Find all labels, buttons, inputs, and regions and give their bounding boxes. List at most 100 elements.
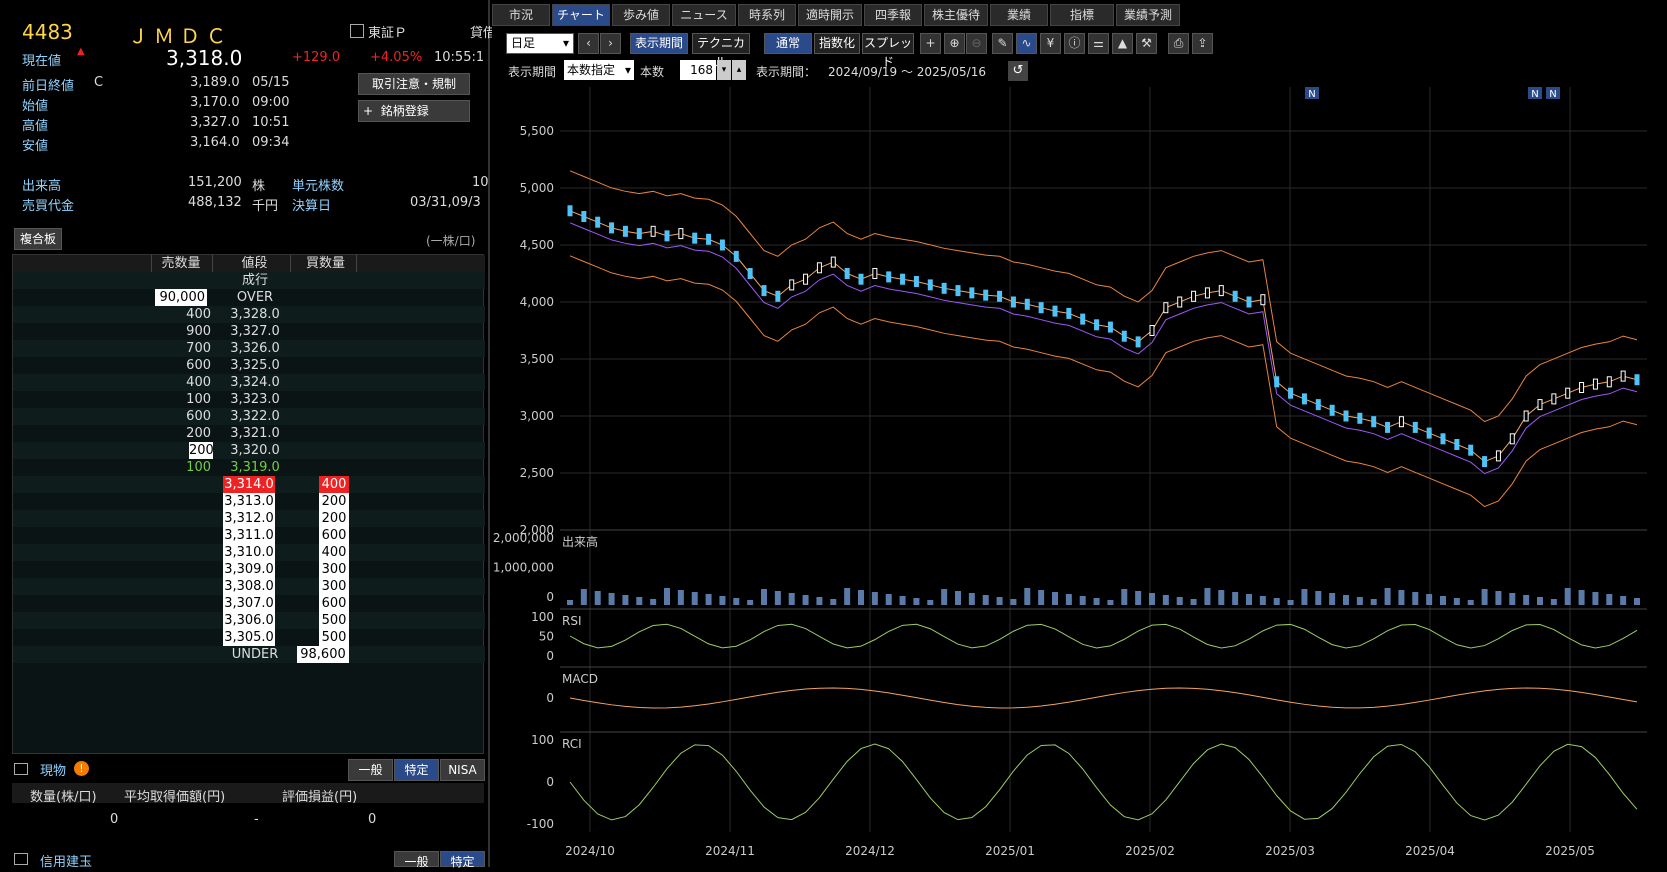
tab-9[interactable]: 指標 [1050, 4, 1114, 26]
document-icon[interactable] [350, 24, 364, 38]
chart-canvas[interactable]: 5,500 5,000 4,500 4,000 3,500 3,000 2,500 2,000… [492, 87, 1667, 867]
board-row[interactable]: UNDER 98,600 [13, 646, 485, 663]
price: 3,325.0 [230, 358, 280, 373]
tab-3[interactable]: ニュース [672, 4, 736, 26]
price: 3,311.0 [223, 527, 275, 544]
candle [747, 268, 753, 279]
board-row[interactable]: 3,307.0 600 [13, 595, 485, 612]
spread-button[interactable]: スプレッド [862, 33, 914, 69]
board-row[interactable]: 400 3,328.0 [13, 306, 485, 323]
candle [678, 228, 684, 240]
chart-type-icon[interactable]: ⚌ [1088, 33, 1109, 54]
count-down-icon[interactable]: ▾ [717, 60, 731, 80]
tab-general[interactable]: 一般 [348, 759, 393, 781]
period-mode-select[interactable]: 本数指定 ▾ [564, 60, 634, 80]
volume-bar [1384, 588, 1391, 605]
board-row[interactable]: 成行 [13, 272, 485, 289]
candle [1385, 421, 1391, 433]
window-icon-2[interactable] [14, 853, 28, 865]
candle [803, 273, 809, 285]
export-icon[interactable]: ⇪ [1192, 33, 1213, 54]
volume-bar [1052, 592, 1058, 605]
volume-bar [1065, 594, 1072, 605]
buy-qty: 500 [319, 612, 349, 629]
board-row[interactable]: 200 3,320.0 [13, 442, 485, 459]
tab-6[interactable]: 四季報 [864, 4, 922, 26]
tab-specific[interactable]: 特定 [394, 759, 439, 781]
tab-7[interactable]: 株主優待 [924, 4, 988, 26]
board-row[interactable]: 3,309.0 300 [13, 561, 485, 578]
volume-bar [1038, 590, 1045, 605]
tab-10[interactable]: 業績予測 [1116, 4, 1180, 26]
tab-nisa[interactable]: NISA [440, 759, 485, 781]
volume-bar [871, 592, 878, 605]
next-icon[interactable]: › [600, 33, 621, 54]
index-button[interactable]: 指数化 [814, 33, 860, 54]
board-row[interactable]: 100 3,319.0 [13, 459, 485, 476]
board-title[interactable]: 複合板 [14, 228, 62, 250]
technical-button[interactable]: テクニカル [692, 33, 750, 69]
count-input[interactable]: 168 [680, 60, 716, 80]
pencil-icon[interactable]: ✎ [992, 33, 1013, 54]
volume-bar [1232, 592, 1239, 605]
board-row[interactable]: 3,305.0 500 [13, 629, 485, 646]
trend-icon[interactable]: ∿ [1016, 33, 1037, 54]
period-select[interactable]: 日足 ▾ [506, 33, 574, 54]
reset-icon[interactable]: ↺ [1008, 61, 1028, 81]
board-row[interactable]: 3,312.0 200 [13, 510, 485, 527]
tab-1[interactable]: チャート [552, 4, 610, 26]
board-row[interactable]: 400 3,324.0 [13, 374, 485, 391]
register-stock-button[interactable]: + 銘柄登録 [358, 100, 470, 122]
credit-tab-specific[interactable]: 特定 [440, 851, 485, 869]
wrench-icon[interactable]: ⚒ [1136, 33, 1157, 54]
board-row[interactable]: 3,313.0 200 [13, 493, 485, 510]
candle [622, 225, 628, 237]
credit-tab-general[interactable]: 一般 [394, 851, 439, 869]
rci-tick: 100 [531, 733, 554, 747]
volume-bar [1259, 596, 1266, 605]
alert-icon: ! [74, 761, 89, 776]
buy-qty: 600 [319, 595, 349, 612]
tab-4[interactable]: 時系列 [738, 4, 796, 26]
crosshair-icon[interactable]: + [920, 33, 941, 54]
zoom-in-icon[interactable]: ⊕ [944, 33, 965, 54]
board-row[interactable]: 600 3,325.0 [13, 357, 485, 374]
print-icon[interactable]: ⎙ [1168, 33, 1189, 54]
candle [1010, 296, 1016, 308]
board-row[interactable]: 700 3,326.0 [13, 340, 485, 357]
yen-icon[interactable]: ¥ [1040, 33, 1061, 54]
board-row[interactable]: 100 3,323.0 [13, 391, 485, 408]
tab-8[interactable]: 業績 [990, 4, 1048, 26]
tab-2[interactable]: 歩み値 [612, 4, 670, 26]
board-row[interactable]: 200 3,321.0 [13, 425, 485, 442]
candle [900, 273, 906, 285]
volume-bar [1467, 600, 1474, 605]
area-icon[interactable]: ▲ [1112, 33, 1133, 54]
board-row[interactable]: 90,000 OVER [13, 289, 485, 306]
prev-icon[interactable]: ‹ [578, 33, 599, 54]
board-row[interactable]: 3,308.0 300 [13, 578, 485, 595]
tab-5[interactable]: 適時開示 [798, 4, 862, 26]
board-row[interactable]: 600 3,322.0 [13, 408, 485, 425]
candle [1454, 439, 1460, 450]
display-period-button[interactable]: 表示期間 [630, 33, 688, 54]
board-row[interactable]: 3,311.0 600 [13, 527, 485, 544]
candle [1121, 330, 1127, 342]
volume-bar [761, 589, 767, 605]
settle-value: 03/31,09/3 [410, 195, 481, 210]
stock-name: ＪＭＤＣ [128, 24, 232, 48]
window-icon[interactable] [14, 763, 28, 775]
normal-button[interactable]: 通常 [764, 33, 812, 54]
volume-bar [1634, 598, 1640, 605]
zoom-out-icon[interactable]: ⊖ [966, 33, 987, 54]
board-row[interactable]: 3,310.0 400 [13, 544, 485, 561]
candle [1495, 450, 1501, 462]
count-up-icon[interactable]: ▴ [732, 60, 746, 80]
board-row[interactable]: 3,314.0 400 [13, 476, 485, 493]
tab-0[interactable]: 市況 [492, 4, 550, 26]
board-row[interactable]: 3,306.0 500 [13, 612, 485, 629]
board-row[interactable]: 900 3,327.0 [13, 323, 485, 340]
trading-rules-button[interactable]: 取引注意・規制 [358, 73, 470, 95]
rsi-label: RSI [562, 614, 582, 628]
info-icon[interactable]: ⓘ [1064, 33, 1085, 54]
